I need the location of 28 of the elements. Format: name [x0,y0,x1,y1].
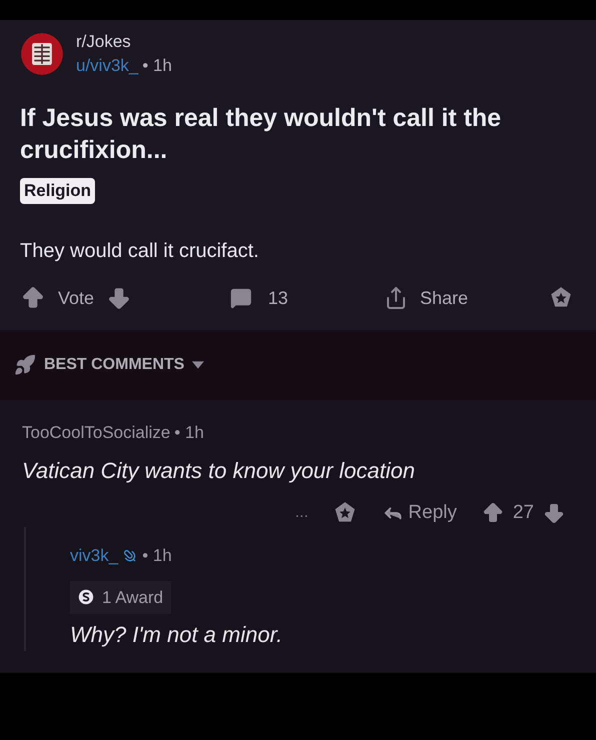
comment-author[interactable]: viv3k_ [70,543,118,568]
award-chip[interactable]: 1 Award [70,580,172,614]
post-title: If Jesus was real they wouldn't call it the crucifixion... [20,103,502,166]
post-author[interactable]: u/viv3k_ [76,54,138,78]
comment-text: Why? I'm not a minor. [70,621,284,649]
post-time: • 1h [142,55,172,77]
vote-label: Vote [58,286,94,310]
upvote-icon[interactable] [20,285,46,311]
rocket-icon [14,354,36,376]
comment-icon [230,287,252,309]
share-icon [384,286,408,310]
comment-time: • 1h [142,545,172,567]
sort-label: BEST COMMENTS [44,355,184,375]
post-body: They would call it crucifact. [20,239,260,264]
flair-tag[interactable]: Religion [20,178,96,204]
comment-author[interactable]: TooCoolToSocialize [22,420,170,446]
caret-icon [192,361,204,369]
award-icon [78,589,94,606]
sort-bar[interactable]: BEST COMMENTS [0,330,596,400]
subreddit-name[interactable]: r/Jokes [76,30,172,54]
comment-time: • 1h [174,422,204,444]
reply-button[interactable]: Reply [382,498,457,527]
comment-score: 27 [512,500,534,524]
subreddit-avatar[interactable] [20,32,64,76]
share-button[interactable]: Share [384,284,468,312]
comments-button[interactable]: 13 [230,284,380,312]
comment-text: Vatican City wants to know your location [22,456,416,485]
more-options-button[interactable]: ... [294,500,308,525]
